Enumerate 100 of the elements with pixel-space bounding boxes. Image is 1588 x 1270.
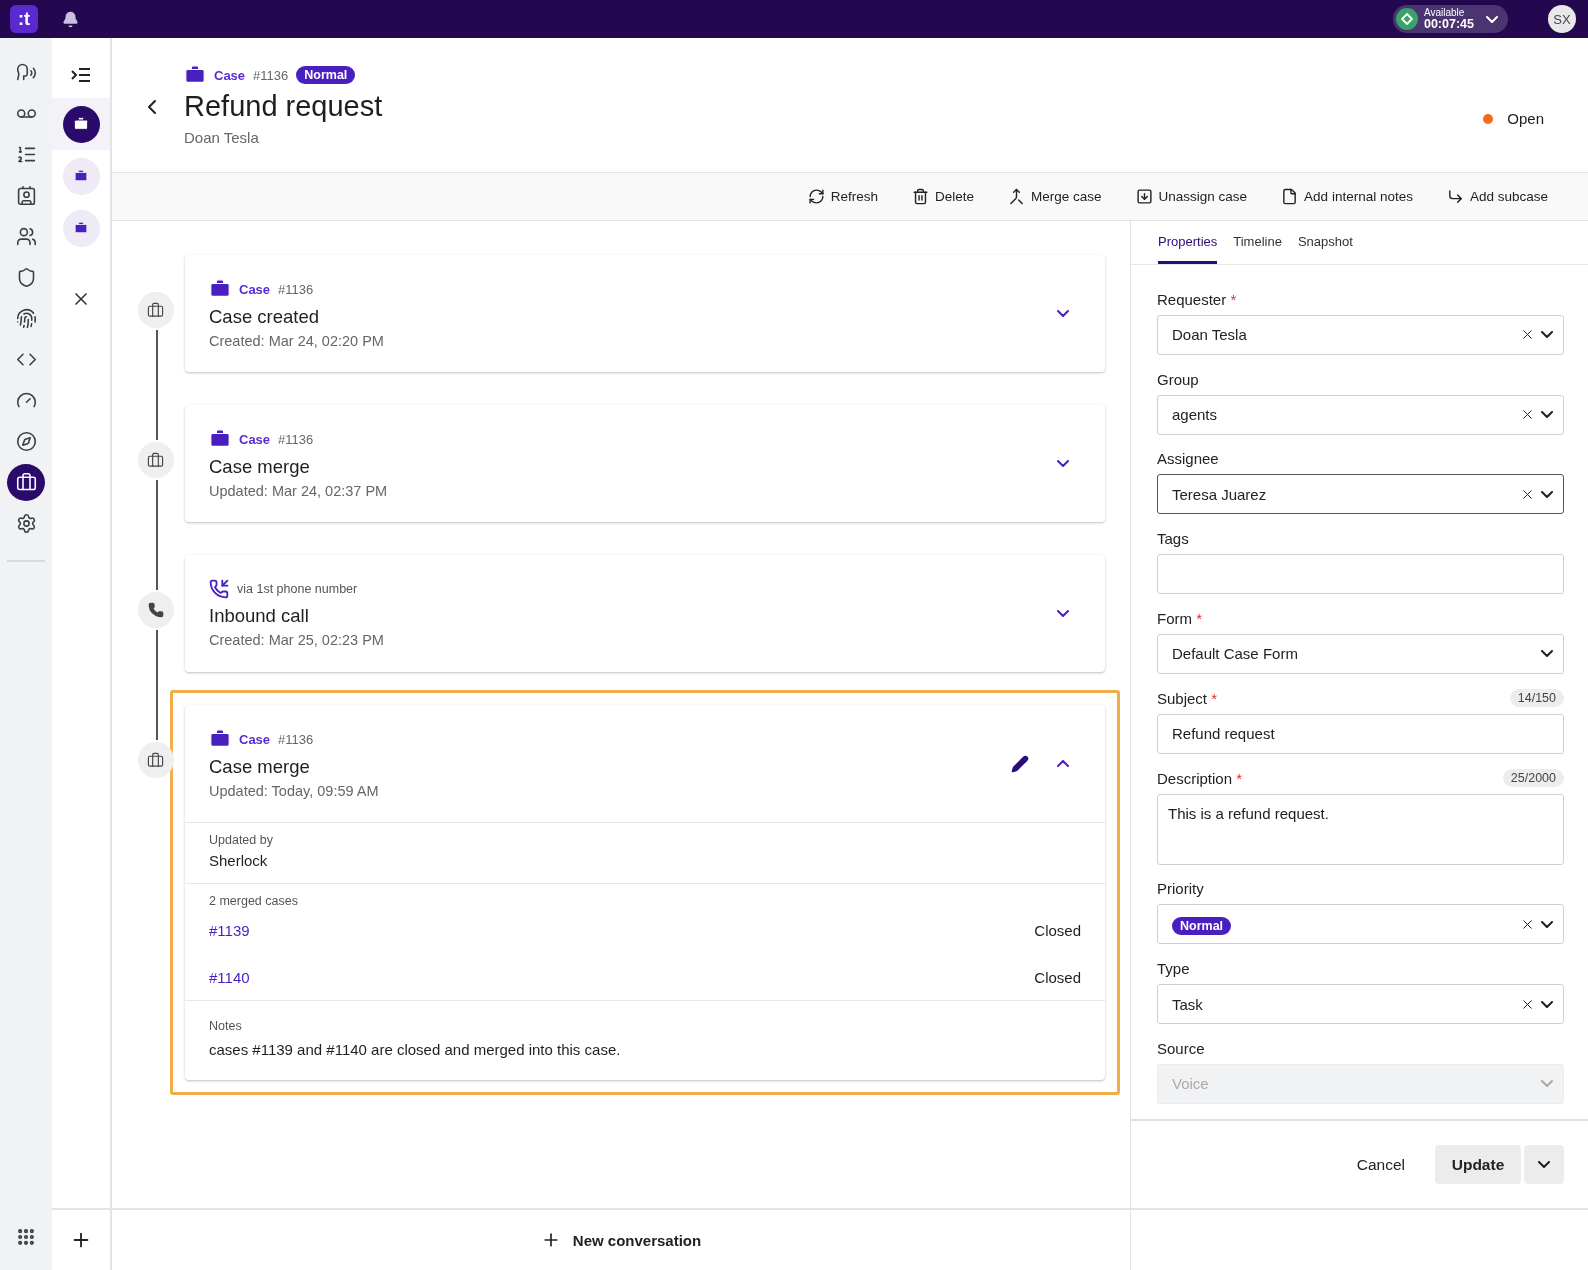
chevron-down-icon — [1538, 1161, 1550, 1168]
field-label: Group — [1157, 370, 1199, 388]
chevron-down-icon — [1486, 15, 1498, 23]
case-label: Case — [239, 281, 271, 297]
select-field[interactable]: Normal — [1157, 904, 1564, 945]
requester-name: Doan Tesla — [184, 129, 260, 146]
toolbar-icon — [911, 188, 929, 205]
toolbar-icon — [807, 188, 825, 205]
field-label: Tags — [1157, 530, 1189, 548]
briefcase-icon — [184, 64, 206, 86]
field-label: Form * — [1157, 610, 1202, 628]
toolbar-icon — [1135, 188, 1153, 205]
nav-icon — [15, 308, 37, 329]
notification-bell-icon[interactable] — [62, 10, 79, 28]
select-field[interactable]: Teresa Juarez — [1157, 474, 1564, 515]
call-source: via 1st phone number — [237, 582, 358, 596]
chevron-down-icon — [1057, 610, 1069, 617]
case-label: Case — [239, 431, 271, 447]
field-label: Requester * — [1157, 290, 1237, 308]
nav-icon — [15, 472, 37, 493]
event-time: Updated: Today, 09:59 AM — [209, 783, 380, 799]
case-status: Open — [1507, 110, 1544, 127]
input-field[interactable] — [1157, 554, 1564, 595]
incoming-call-icon — [209, 579, 229, 599]
chevron-down-icon — [1541, 411, 1553, 419]
nav-icon — [15, 226, 37, 247]
field-label: Subject * — [1157, 689, 1218, 707]
update-options-button[interactable] — [1524, 1145, 1564, 1184]
new-conversation-button[interactable]: New conversation — [534, 1229, 708, 1251]
update-button[interactable]: Update — [1435, 1145, 1521, 1184]
expand-toggle[interactable] — [1057, 310, 1069, 317]
select-field[interactable]: Task — [1157, 984, 1564, 1025]
toolbar-button[interactable]: Refresh — [801, 187, 884, 206]
case-link[interactable]: #1140 — [209, 969, 250, 986]
phone-icon — [147, 602, 164, 618]
cancel-button[interactable]: Cancel — [1350, 1154, 1411, 1175]
expand-toggle[interactable] — [1057, 610, 1069, 617]
select-field[interactable]: Doan Tesla — [1157, 314, 1564, 355]
edit-button[interactable] — [1011, 754, 1029, 773]
toolbar-button[interactable]: Unassign case — [1129, 187, 1254, 206]
toolbar-button[interactable]: Delete — [905, 187, 980, 206]
briefcase-icon — [209, 728, 231, 750]
event-time: Created: Mar 24, 02:20 PM — [209, 333, 385, 349]
toolbar-icon — [1446, 188, 1464, 205]
nav-icon — [15, 513, 37, 534]
updated-by-name: Sherlock — [209, 852, 269, 869]
panel-tab[interactable]: Properties — [1158, 234, 1218, 264]
chevron-down-icon — [1541, 650, 1553, 658]
case-title: Refund request — [184, 90, 383, 123]
select-field[interactable]: agents — [1157, 394, 1564, 435]
input-field[interactable]: Refund request — [1157, 713, 1564, 754]
event-title: Inbound call — [209, 605, 310, 627]
priority-badge: Normal — [296, 66, 356, 84]
case-number: #1136 — [253, 67, 289, 83]
nav-icon — [15, 144, 37, 165]
select-field[interactable]: Default Case Form — [1157, 634, 1564, 674]
case-status: Closed — [1034, 922, 1081, 939]
field-label: Description * — [1157, 769, 1243, 787]
toolbar-button[interactable]: Merge case — [1002, 187, 1108, 206]
expand-toggle[interactable] — [1057, 760, 1069, 767]
detail-label: Notes — [209, 1019, 243, 1033]
briefcase-icon — [147, 751, 164, 769]
chevron-up-icon — [1057, 760, 1069, 767]
pencil-icon — [1011, 754, 1029, 773]
expand-toggle[interactable] — [1057, 460, 1069, 467]
agent-status-button[interactable]: Available 00:07:45 — [1392, 5, 1508, 33]
nav-icon — [15, 185, 37, 206]
case-label: Case — [214, 67, 246, 83]
nav-icon — [15, 431, 37, 452]
case-link[interactable]: #1139 — [209, 922, 250, 939]
detail-label: Updated by — [209, 833, 274, 847]
chevron-down-icon — [1541, 920, 1553, 928]
app-logo[interactable]: :t — [10, 5, 38, 33]
case-number: #1136 — [278, 281, 314, 297]
grid-icon — [16, 1227, 36, 1247]
text-area[interactable]: This is a refund request. — [1157, 793, 1564, 865]
case-number: #1136 — [278, 431, 314, 447]
case-tab[interactable] — [52, 98, 110, 150]
briefcase-icon — [209, 278, 231, 300]
field-label: Assignee — [1157, 450, 1219, 468]
notes-text: cases #1139 and #1140 are closed and merged into this case. — [209, 1041, 622, 1058]
panel-tab[interactable]: Snapshot — [1297, 234, 1353, 264]
chevron-down-icon — [1541, 1000, 1553, 1008]
toolbar-button[interactable]: Add internal notes — [1275, 187, 1419, 206]
briefcase-icon — [147, 451, 164, 469]
user-avatar[interactable]: SX — [1548, 5, 1576, 33]
briefcase-icon — [73, 116, 89, 132]
toolbar-button[interactable]: Add subcase — [1440, 187, 1554, 206]
panel-tab[interactable]: Timeline — [1233, 234, 1282, 264]
detail-label: 2 merged cases — [209, 894, 299, 908]
nav-button[interactable] — [7, 464, 45, 501]
chevron-down-icon — [1057, 310, 1069, 317]
case-number: #1136 — [278, 731, 314, 747]
chevron-down-icon — [1541, 1080, 1553, 1088]
event-title: Case created — [209, 306, 321, 328]
status-dot — [1483, 113, 1494, 124]
toolbar-icon — [1008, 188, 1025, 205]
chevron-down-icon — [1541, 331, 1553, 339]
character-counter: 25/2000 — [1502, 769, 1564, 788]
chevron-down-icon — [1541, 490, 1553, 498]
